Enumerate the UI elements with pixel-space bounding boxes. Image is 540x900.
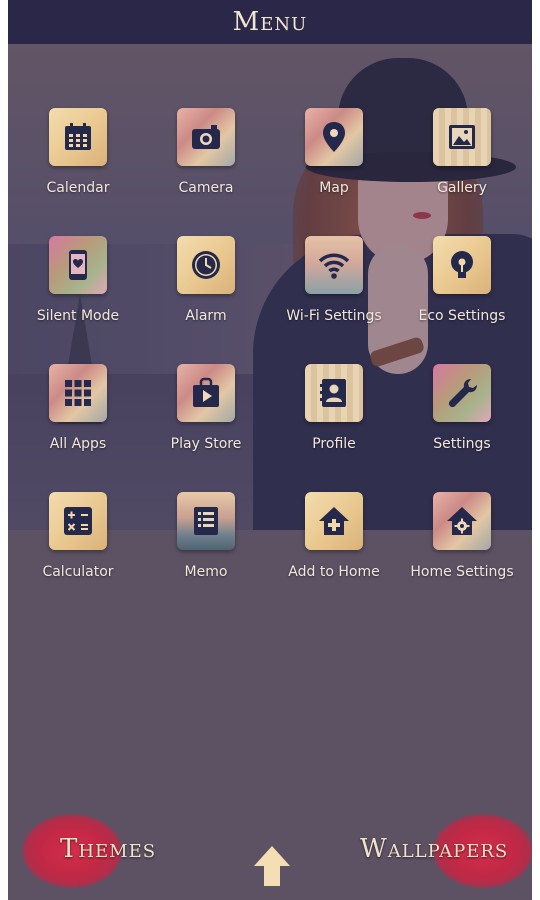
app-label: Calculator [42, 564, 114, 580]
themes-button[interactable]: Themes [60, 834, 156, 864]
app-label: Wi-Fi Settings [286, 308, 382, 324]
eco-bulb-icon [451, 251, 473, 278]
up-arrow-icon[interactable] [252, 844, 292, 888]
home-plus-icon [319, 507, 349, 535]
all-apps-tile [49, 364, 107, 422]
app-all-apps[interactable]: All Apps [14, 364, 142, 492]
app-calculator[interactable]: Calculator [14, 492, 142, 620]
play-store-tile [177, 364, 235, 422]
calculator-tile [49, 492, 107, 550]
app-calendar[interactable]: Calendar [14, 108, 142, 236]
wifi-settings-tile [305, 236, 363, 294]
alarm-tile [177, 236, 235, 294]
wifi-icon [318, 253, 350, 279]
camera-tile [177, 108, 235, 166]
app-label: Play Store [170, 436, 242, 452]
app-label: Eco Settings [418, 308, 506, 324]
app-gallery[interactable]: Gallery [398, 108, 526, 236]
silent-mode-tile [49, 236, 107, 294]
app-label: Map [319, 180, 349, 196]
home-gear-icon [447, 507, 477, 535]
app-eco-settings[interactable]: Eco Settings [398, 236, 526, 364]
app-label: Alarm [185, 308, 227, 324]
settings-tile [433, 364, 491, 422]
app-map[interactable]: Map [270, 108, 398, 236]
memo-list-icon [194, 507, 218, 535]
shopping-bag-play-icon [193, 377, 219, 407]
gallery-tile [433, 108, 491, 166]
app-label: Camera [178, 180, 234, 196]
map-pin-icon [323, 122, 345, 152]
map-tile [305, 108, 363, 166]
app-home-settings[interactable]: Home Settings [398, 492, 526, 620]
camera-icon [192, 125, 220, 149]
app-label: Add to Home [288, 564, 380, 580]
app-play-store[interactable]: Play Store [142, 364, 270, 492]
footer-bar: Themes Wallpapers [8, 800, 532, 900]
add-to-home-tile [305, 492, 363, 550]
app-grid: Calendar Camera Map Gallery Silent Mode … [14, 108, 526, 620]
page-title: Menu [232, 7, 308, 37]
menu-header: Menu [8, 0, 532, 44]
app-label: Gallery [437, 180, 487, 196]
wallpapers-button[interactable]: Wallpapers [360, 834, 508, 864]
app-label: Home Settings [410, 564, 514, 580]
wrench-icon [448, 379, 477, 408]
profile-tile [305, 364, 363, 422]
app-settings[interactable]: Settings [398, 364, 526, 492]
app-wifi-settings[interactable]: Wi-Fi Settings [270, 236, 398, 364]
app-camera[interactable]: Camera [142, 108, 270, 236]
memo-tile [177, 492, 235, 550]
eco-settings-tile [433, 236, 491, 294]
app-label: Profile [312, 436, 356, 452]
grid-icon [65, 380, 91, 406]
app-add-to-home[interactable]: Add to Home [270, 492, 398, 620]
app-label: Memo [184, 564, 228, 580]
app-label: Settings [433, 436, 491, 452]
app-alarm[interactable]: Alarm [142, 236, 270, 364]
app-silent-mode[interactable]: Silent Mode [14, 236, 142, 364]
clock-icon [192, 251, 220, 279]
silent-mode-icon [69, 250, 87, 280]
profile-card-icon [320, 379, 346, 407]
app-label: Calendar [46, 180, 110, 196]
app-label: All Apps [49, 436, 107, 452]
gallery-icon [449, 125, 475, 149]
calendar-icon [65, 123, 91, 150]
launcher-screen: Menu Calendar Camera Map Gallery Silent … [8, 0, 532, 900]
calculator-icon [64, 507, 92, 535]
app-label: Silent Mode [36, 308, 120, 324]
home-settings-tile [433, 492, 491, 550]
app-memo[interactable]: Memo [142, 492, 270, 620]
calendar-tile [49, 108, 107, 166]
app-profile[interactable]: Profile [270, 364, 398, 492]
